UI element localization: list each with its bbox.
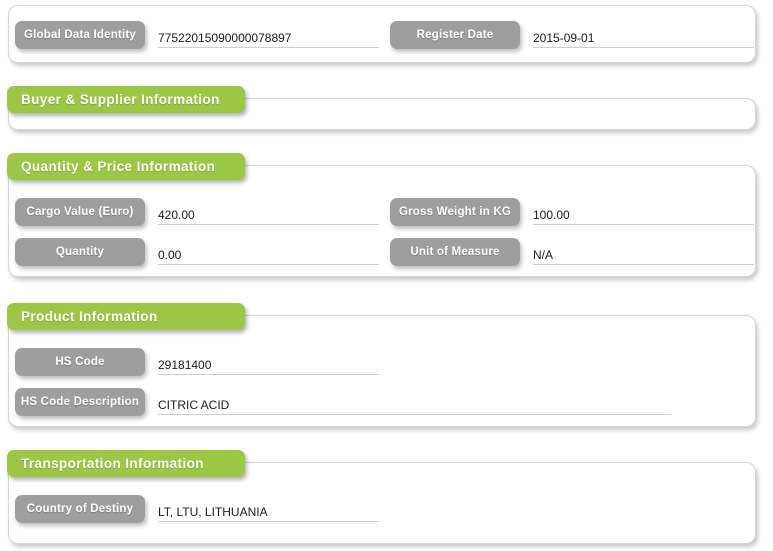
global-data-identity-label: Global Data Identity: [15, 21, 145, 49]
country-of-destiny-label: Country of Destiny: [15, 495, 145, 523]
unit-of-measure-label: Unit of Measure: [390, 238, 520, 266]
section-tab-quantity-price[interactable]: Quantity & Price Information: [7, 153, 245, 180]
section-tab-product-information[interactable]: Product Information: [7, 303, 245, 330]
gross-weight-kg-label-text: Gross Weight in KG: [398, 206, 511, 218]
field-global-data-identity: Global Data Identity 7752201509000007889…: [15, 21, 379, 49]
quantity-price-panel: Cargo Value (Euro) 420.00 Gross Weight i…: [8, 165, 756, 277]
cargo-value-euro-label: Cargo Value (Euro): [15, 198, 145, 226]
register-date-value[interactable]: 2015-09-01: [533, 22, 754, 48]
section-tab-product-information-label: Product Information: [21, 309, 158, 324]
field-country-of-destiny: Country of Destiny LT, LTU, LITHUANIA: [15, 495, 379, 523]
field-hs-code-description: HS Code Description CITRIC ACID: [15, 388, 671, 416]
country-of-destiny-value[interactable]: LT, LTU, LITHUANIA: [158, 496, 379, 522]
field-register-date: Register Date 2015-09-01: [390, 21, 754, 49]
global-data-identity-label-text: Global Data Identity: [24, 29, 136, 41]
global-data-identity-value-text: 77522015090000078897: [158, 31, 292, 45]
gross-weight-kg-value[interactable]: 100.00: [533, 199, 754, 225]
quantity-label-text: Quantity: [55, 246, 105, 258]
hs-code-description-label-text: HS Code Description: [20, 396, 140, 408]
section-tab-buyer-supplier[interactable]: Buyer & Supplier Information: [7, 86, 245, 113]
section-tab-transportation-information[interactable]: Transportation Information: [7, 450, 245, 477]
cargo-value-euro-label-text: Cargo Value (Euro): [26, 206, 134, 218]
global-data-identity-value[interactable]: 77522015090000078897: [158, 22, 379, 48]
quantity-value[interactable]: 0.00: [158, 239, 379, 265]
gross-weight-kg-label: Gross Weight in KG: [390, 198, 520, 226]
header-panel: Global Data Identity 7752201509000007889…: [8, 5, 756, 63]
hs-code-label: HS Code: [15, 348, 145, 376]
unit-of-measure-value-text: N/A: [533, 248, 554, 262]
field-hs-code: HS Code 29181400: [15, 348, 379, 376]
unit-of-measure-value[interactable]: N/A: [533, 239, 754, 265]
hs-code-value-text: 29181400: [158, 358, 212, 372]
hs-code-description-value-text: CITRIC ACID: [158, 398, 230, 412]
cargo-value-euro-value-text: 420.00: [158, 208, 195, 222]
gross-weight-kg-value-text: 100.00: [533, 208, 570, 222]
country-of-destiny-label-text: Country of Destiny: [26, 503, 134, 515]
field-gross-weight-kg: Gross Weight in KG 100.00: [390, 198, 754, 226]
unit-of-measure-label-text: Unit of Measure: [410, 246, 500, 258]
section-tab-buyer-supplier-label: Buyer & Supplier Information: [21, 92, 220, 107]
hs-code-label-text: HS Code: [55, 356, 105, 368]
field-cargo-value-euro: Cargo Value (Euro) 420.00: [15, 198, 379, 226]
register-date-value-text: 2015-09-01: [533, 31, 595, 45]
section-tab-quantity-price-label: Quantity & Price Information: [21, 159, 216, 174]
quantity-value-text: 0.00: [158, 248, 182, 262]
section-tab-transportation-information-label: Transportation Information: [21, 456, 204, 471]
cargo-value-euro-value[interactable]: 420.00: [158, 199, 379, 225]
register-date-label-text: Register Date: [416, 29, 494, 41]
hs-code-description-label: HS Code Description: [15, 388, 145, 416]
register-date-label: Register Date: [390, 21, 520, 49]
hs-code-description-value[interactable]: CITRIC ACID: [158, 389, 671, 415]
country-of-destiny-value-text: LT, LTU, LITHUANIA: [158, 505, 268, 519]
record-detail-page: Global Data Identity 7752201509000007889…: [0, 0, 773, 551]
product-information-panel: HS Code 29181400 HS Code Description CIT…: [8, 315, 756, 427]
field-quantity: Quantity 0.00: [15, 238, 379, 266]
quantity-label: Quantity: [15, 238, 145, 266]
hs-code-value[interactable]: 29181400: [158, 349, 379, 375]
field-unit-of-measure: Unit of Measure N/A: [390, 238, 754, 266]
